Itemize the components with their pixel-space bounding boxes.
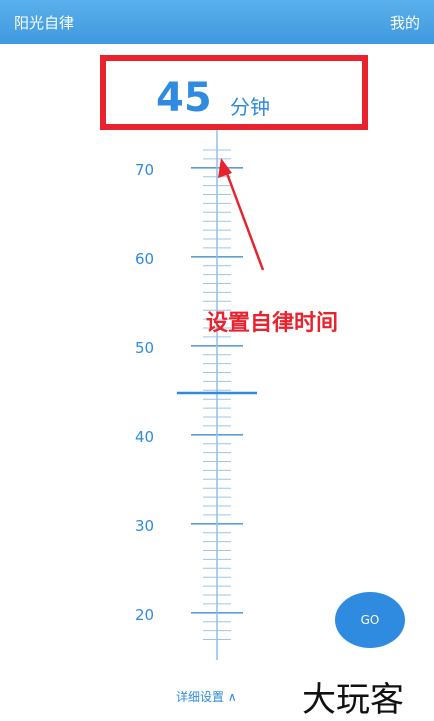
ruler-label-70: 70 — [135, 161, 154, 179]
annotation-arrow — [218, 158, 265, 271]
ruler-label-40: 40 — [135, 428, 154, 446]
watermark-logo: 大玩客 — [302, 680, 404, 720]
detail-settings-link[interactable]: 详细设置 ∧ — [176, 688, 237, 705]
go-button[interactable]: GO — [335, 592, 405, 648]
ruler-label-60: 60 — [135, 250, 154, 268]
annotation-label: 设置自律时间 — [206, 311, 339, 336]
ruler-label-30: 30 — [135, 517, 154, 535]
ruler-label-20: 20 — [135, 606, 154, 624]
ruler-label-50: 50 — [135, 339, 154, 357]
